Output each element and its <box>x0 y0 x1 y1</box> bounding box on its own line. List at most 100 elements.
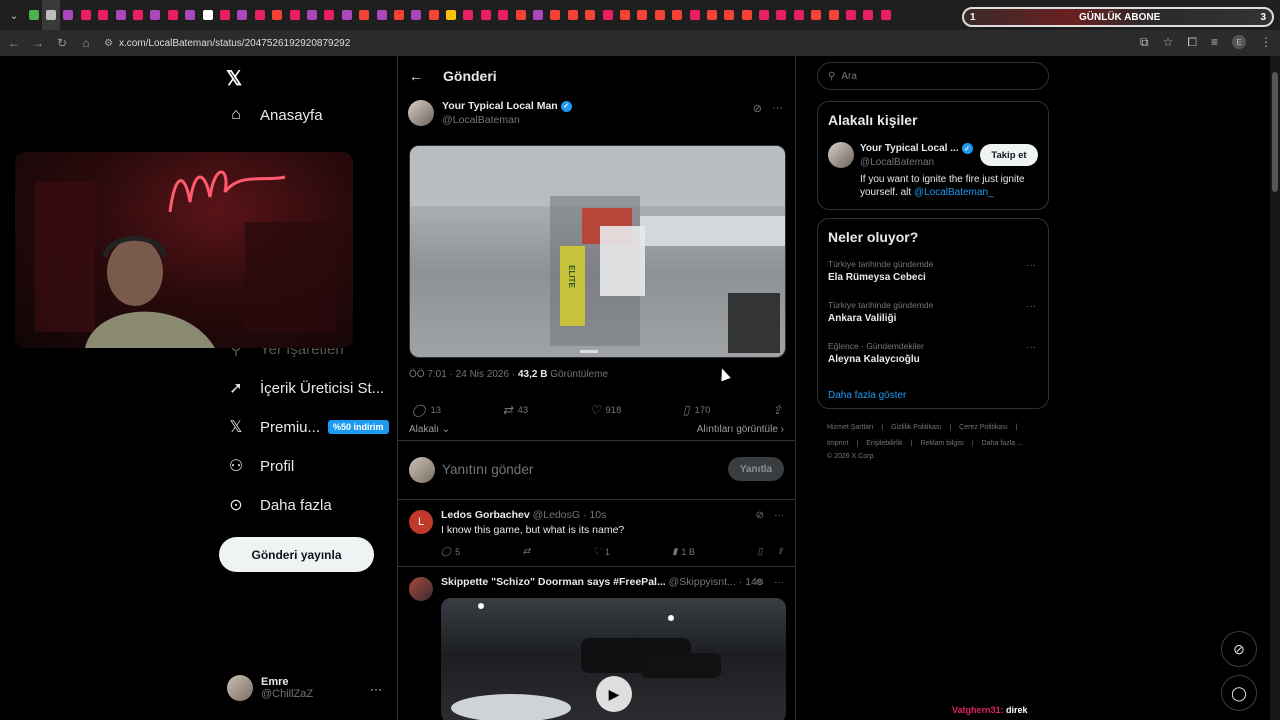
trend-more-icon[interactable]: ··· <box>1026 260 1036 271</box>
bookmark-star-icon[interactable]: ☆ <box>1163 35 1174 50</box>
reply-more-icon[interactable]: ··· <box>774 577 784 588</box>
browser-tab[interactable] <box>877 0 894 30</box>
reply-author-name[interactable]: Ledos Gorbachev <box>441 509 530 521</box>
suggested-avatar[interactable] <box>828 142 854 168</box>
view-quotes-link[interactable]: Alıntıları görüntüle › <box>697 424 784 435</box>
nav-more[interactable]: ⊙ Daha fazla <box>226 495 331 515</box>
reply-action[interactable]: ◯ 13 <box>412 403 441 417</box>
post-time[interactable]: ÖÖ 7:01 · 24 Nis 2026 · <box>409 369 518 380</box>
browser-tab[interactable] <box>477 0 494 30</box>
profile-avatar[interactable]: E <box>1232 35 1246 49</box>
browser-tab[interactable] <box>234 0 251 30</box>
reply-avatar[interactable]: L <box>409 510 433 534</box>
reply-item[interactable]: L Ledos Gorbachev @LedosG · 10s ⊘ ··· I k… <box>398 501 796 567</box>
browser-tab[interactable] <box>651 0 668 30</box>
forward-icon[interactable]: → <box>26 36 50 50</box>
browser-tab[interactable] <box>738 0 755 30</box>
account-more-icon[interactable]: ··· <box>370 682 382 696</box>
post-button[interactable]: Gönderi yayınla <box>219 537 374 572</box>
browser-tab[interactable] <box>147 0 164 30</box>
scrollbar-thumb[interactable] <box>1272 72 1278 192</box>
reply-repost-action[interactable]: ⇄ <box>523 546 531 557</box>
browser-tab[interactable] <box>286 0 303 30</box>
browser-menu-icon[interactable]: ⋮ <box>1260 35 1272 50</box>
browser-tab[interactable] <box>182 0 199 30</box>
reply-bookmark-action[interactable]: ▯ ⇪ <box>757 546 784 557</box>
post-video[interactable]: ELITE <box>409 145 786 358</box>
browser-tab[interactable] <box>668 0 685 30</box>
suggested-handle[interactable]: @LocalBateman <box>860 157 934 168</box>
browser-tab[interactable] <box>564 0 581 30</box>
reply-video[interactable]: ▶ <box>441 598 786 720</box>
browser-tab[interactable] <box>703 0 720 30</box>
install-icon[interactable]: ⧉ <box>1140 35 1149 50</box>
post-author[interactable]: Your Typical Local Man ✓ @LocalBateman <box>408 100 572 126</box>
browser-tab[interactable] <box>825 0 842 30</box>
author-name[interactable]: Your Typical Local Man <box>442 100 558 112</box>
footer-link[interactable]: Erişilebilirlik <box>866 440 903 447</box>
reply-button[interactable]: Yanıtla <box>728 457 784 481</box>
grok-icon[interactable]: ⊘ <box>753 102 762 115</box>
browser-tab[interactable] <box>112 0 129 30</box>
reply-author-handle[interactable]: @LedosG · 10s <box>533 509 607 521</box>
site-info-icon[interactable]: ⚙ <box>104 38 113 49</box>
footer-link[interactable]: Gizlilik Politikası <box>891 424 941 431</box>
grok-icon[interactable]: ⊘ <box>756 577 764 588</box>
browser-tab[interactable] <box>164 0 181 30</box>
reply-author-handle[interactable]: @Skippyisnt... · 14s <box>669 576 763 588</box>
browser-tab[interactable] <box>860 0 877 30</box>
trend-more-icon[interactable]: ··· <box>1026 301 1036 312</box>
reading-list-icon[interactable]: ≡ <box>1211 35 1218 50</box>
browser-tab[interactable] <box>390 0 407 30</box>
browser-tab[interactable] <box>616 0 633 30</box>
post-more-icon[interactable]: ··· <box>772 102 783 115</box>
reply-author-name[interactable]: Skippette "Schizo" Doorman says #FreePal… <box>441 576 666 588</box>
browser-tab[interactable] <box>321 0 338 30</box>
show-more-link[interactable]: Daha fazla göster <box>828 390 906 401</box>
extensions-icon[interactable]: ⧠ <box>1187 35 1197 50</box>
browser-tab[interactable] <box>268 0 285 30</box>
browser-tab[interactable] <box>686 0 703 30</box>
author-avatar[interactable] <box>408 100 434 126</box>
browser-tab[interactable] <box>460 0 477 30</box>
account-switcher[interactable]: Emre @ChillZaZ <box>227 675 313 701</box>
reload-icon[interactable]: ↻ <box>50 36 74 50</box>
scrollbar[interactable] <box>1270 56 1280 720</box>
browser-tab[interactable] <box>599 0 616 30</box>
home-icon[interactable]: ⌂ <box>74 36 98 50</box>
nav-creator-studio[interactable]: ➚ İçerik Üreticisi St... <box>226 378 384 398</box>
reply-views-action[interactable]: ▮ 1 B <box>672 546 694 557</box>
browser-tab[interactable] <box>129 0 146 30</box>
browser-tab[interactable] <box>425 0 442 30</box>
reply-input[interactable]: Yanıtını gönder <box>442 462 533 477</box>
repost-action[interactable]: ⇄ 43 <box>503 403 529 417</box>
footer-link[interactable]: Çerez Politikası <box>959 424 1008 431</box>
nav-profile[interactable]: ⚇ Profil <box>226 456 294 476</box>
reply-item[interactable]: Skippette "Schizo" Doorman says #FreePal… <box>398 568 796 720</box>
browser-tab[interactable] <box>77 0 94 30</box>
browser-tab[interactable] <box>755 0 772 30</box>
grok-icon[interactable]: ⊘ <box>756 510 764 521</box>
browser-tab[interactable] <box>512 0 529 30</box>
browser-tab[interactable] <box>773 0 790 30</box>
author-handle[interactable]: @LocalBateman <box>442 114 572 126</box>
footer-link[interactable]: Daha fazla ... <box>982 440 1023 447</box>
play-icon[interactable]: ▶ <box>596 676 632 712</box>
reply-more-icon[interactable]: ··· <box>774 510 784 521</box>
relevance-filter[interactable]: Alakalı ⌄ <box>409 424 450 435</box>
reply-like-action[interactable]: ♡ 1 <box>593 546 610 557</box>
browser-tab[interactable] <box>634 0 651 30</box>
browser-tab[interactable] <box>42 0 60 30</box>
browser-tab[interactable] <box>60 0 77 30</box>
share-action[interactable]: ⇪ <box>772 403 782 417</box>
trend-item[interactable]: Türkiye tarihinde gündemde Ela Rümeysa Ce… <box>828 259 933 283</box>
browser-tab[interactable] <box>547 0 564 30</box>
browser-tab[interactable] <box>199 0 216 30</box>
browser-tab[interactable] <box>721 0 738 30</box>
footer-link[interactable]: Reklam bilgisi <box>921 440 964 447</box>
browser-tab[interactable] <box>95 0 112 30</box>
reply-comment-action[interactable]: ◯ 5 <box>441 546 460 557</box>
nav-home[interactable]: ⌂ Anasayfa <box>226 106 322 124</box>
browser-tab[interactable] <box>790 0 807 30</box>
browser-tab[interactable] <box>529 0 546 30</box>
